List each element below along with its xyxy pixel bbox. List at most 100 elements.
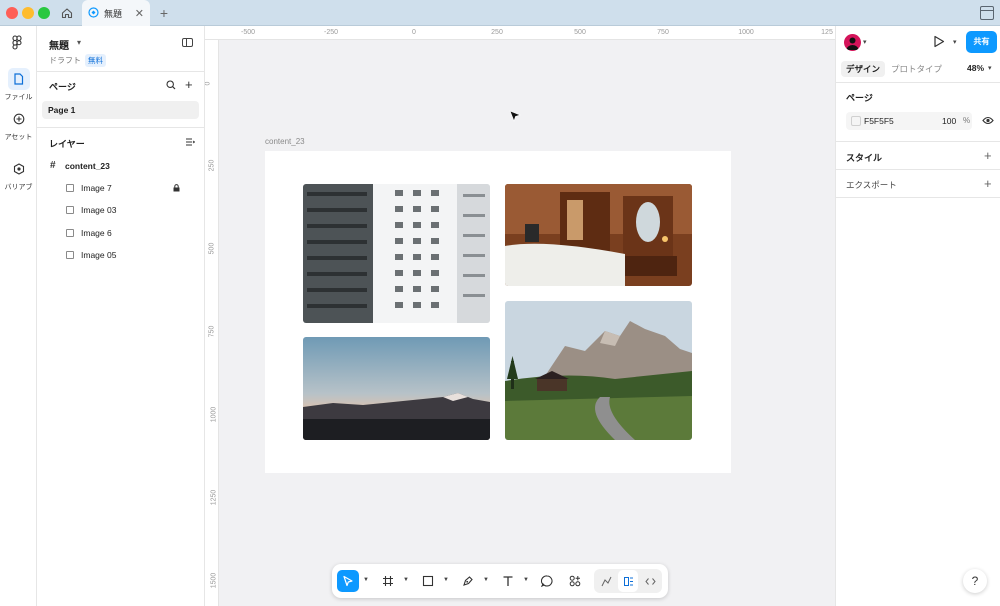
chevron-down-icon[interactable]: ▼	[403, 577, 409, 583]
image-6-mountain-dusk[interactable]	[303, 337, 490, 440]
layers-panel: 無題 ▾ ドラフト 無料 ページ + Page 1 レイヤー # content…	[37, 26, 205, 606]
content-frame[interactable]	[265, 151, 731, 473]
layer-row[interactable]: Image 03	[37, 200, 205, 220]
layer-name: Image 05	[81, 250, 117, 260]
chevron-down-icon[interactable]: ▼	[443, 577, 449, 583]
chevron-down-icon[interactable]: ▼	[363, 577, 369, 583]
layers-list-icon[interactable]	[185, 137, 196, 149]
chevron-down-icon[interactable]: ▾	[863, 38, 867, 46]
chevron-down-icon[interactable]: ▾	[77, 38, 81, 47]
color-swatch[interactable]	[851, 116, 861, 126]
rectangle-tool-button[interactable]	[417, 570, 439, 592]
mode-switcher	[594, 569, 662, 593]
divider	[37, 127, 204, 128]
layer-row[interactable]: Image 6	[37, 223, 205, 243]
tab-untitled[interactable]: 無題 ✕	[82, 0, 150, 26]
help-button[interactable]: ?	[963, 569, 987, 593]
minimize-window-button[interactable]	[22, 7, 34, 19]
plan-badge: 無料	[85, 54, 106, 67]
present-icon[interactable]	[933, 35, 945, 50]
ruler-tick: 1250	[210, 489, 218, 506]
layers-title: レイヤー	[49, 139, 85, 149]
page-item[interactable]: Page 1	[42, 101, 199, 119]
frame-label[interactable]: content_23	[265, 137, 305, 146]
layer-name: Image 6	[81, 228, 112, 238]
mouse-cursor-icon	[509, 110, 521, 124]
page-section-title: ページ	[846, 93, 873, 103]
new-tab-button[interactable]: +	[156, 4, 172, 22]
maximize-window-button[interactable]	[38, 7, 50, 19]
ruler-tick: 500	[208, 242, 216, 255]
ruler-tick: 750	[208, 325, 216, 338]
add-export-icon[interactable]: +	[984, 177, 992, 190]
eye-icon[interactable]	[982, 116, 994, 127]
actions-tool-button[interactable]	[564, 570, 586, 592]
draw-mode-button[interactable]	[596, 570, 616, 592]
ruler-tick: 1000	[210, 406, 218, 423]
lock-icon[interactable]	[173, 184, 180, 192]
page-color-field[interactable]: F5F5F5 100 %	[846, 112, 972, 130]
divider	[836, 82, 1000, 83]
actions-tool-icon	[569, 575, 581, 587]
avatar[interactable]	[844, 34, 861, 51]
chevron-down-icon[interactable]: ▼	[483, 577, 489, 583]
move-tool-icon	[343, 575, 353, 587]
ruler-tick: 1000	[738, 29, 754, 36]
window-layout-icon[interactable]	[980, 6, 994, 20]
comment-tool-button[interactable]	[536, 570, 558, 592]
title-bar: 無題 ✕ +	[0, 0, 1000, 26]
layer-row-frame[interactable]: # content_23	[37, 156, 205, 176]
rail-item-variables[interactable]: バリアブ	[0, 158, 37, 192]
file-name[interactable]: 無題	[49, 37, 69, 52]
properties-panel: ▾ ▾ 共有 デザイン プロトタイプ 48% ▾ ページ F5F5F5 100 …	[835, 26, 1000, 606]
panel-toggle-icon[interactable]	[182, 38, 193, 47]
tab-prototype[interactable]: プロトタイプ	[886, 61, 947, 77]
image-7-building[interactable]	[303, 184, 490, 323]
design-canvas[interactable]: -500 -250 0 250 500 750 1000 125 0 250 5…	[205, 26, 835, 606]
draft-label: ドラフト	[49, 56, 81, 65]
page-opacity[interactable]: 100	[942, 116, 956, 126]
zoom-level[interactable]: 48%	[967, 63, 984, 73]
add-style-icon[interactable]: +	[984, 149, 992, 162]
ruler-tick: 250	[208, 159, 216, 172]
move-tool-button[interactable]	[337, 570, 359, 592]
design-mode-icon	[623, 576, 633, 586]
search-icon[interactable]	[166, 80, 176, 92]
tab-design[interactable]: デザイン	[841, 61, 886, 77]
text-tool-button[interactable]	[497, 570, 519, 592]
file-icon	[7, 68, 30, 90]
export-section-title: エクスポート	[846, 180, 897, 190]
chevron-down-icon[interactable]: ▾	[953, 38, 957, 46]
design-mode-button[interactable]	[618, 570, 638, 592]
rail-item-files[interactable]: ファイル	[0, 68, 37, 102]
ruler-tick: 750	[657, 29, 669, 36]
draft-file-icon	[88, 6, 99, 20]
frame-icon: #	[50, 160, 56, 171]
assets-icon	[8, 108, 30, 130]
image-03-bedroom[interactable]	[505, 184, 692, 286]
image-icon	[66, 206, 74, 214]
image-icon	[66, 251, 74, 259]
chevron-down-icon[interactable]: ▾	[988, 64, 992, 72]
frame-tool-button[interactable]	[377, 570, 399, 592]
add-page-icon[interactable]: +	[185, 78, 193, 91]
layer-row[interactable]: Image 7	[37, 178, 205, 198]
rail-item-assets[interactable]: アセット	[0, 108, 37, 142]
tab-close-icon[interactable]: ✕	[135, 7, 144, 20]
divider	[836, 197, 1000, 198]
dev-mode-button[interactable]	[640, 570, 660, 592]
ruler-horizontal: -500 -250 0 250 500 750 1000 125	[205, 26, 835, 40]
variables-icon	[8, 158, 30, 180]
pen-tool-button[interactable]	[457, 570, 479, 592]
layer-name: Image 7	[81, 183, 112, 193]
close-window-button[interactable]	[6, 7, 18, 19]
divider	[836, 141, 1000, 142]
layer-row[interactable]: Image 05	[37, 245, 205, 265]
page-color-hex[interactable]: F5F5F5	[864, 116, 894, 126]
image-05-alpine[interactable]	[505, 301, 692, 440]
figma-logo-icon[interactable]	[10, 35, 24, 51]
pages-title: ページ	[49, 82, 76, 92]
chevron-down-icon[interactable]: ▼	[523, 577, 529, 583]
share-button[interactable]: 共有	[966, 31, 997, 53]
home-icon[interactable]	[56, 3, 78, 23]
